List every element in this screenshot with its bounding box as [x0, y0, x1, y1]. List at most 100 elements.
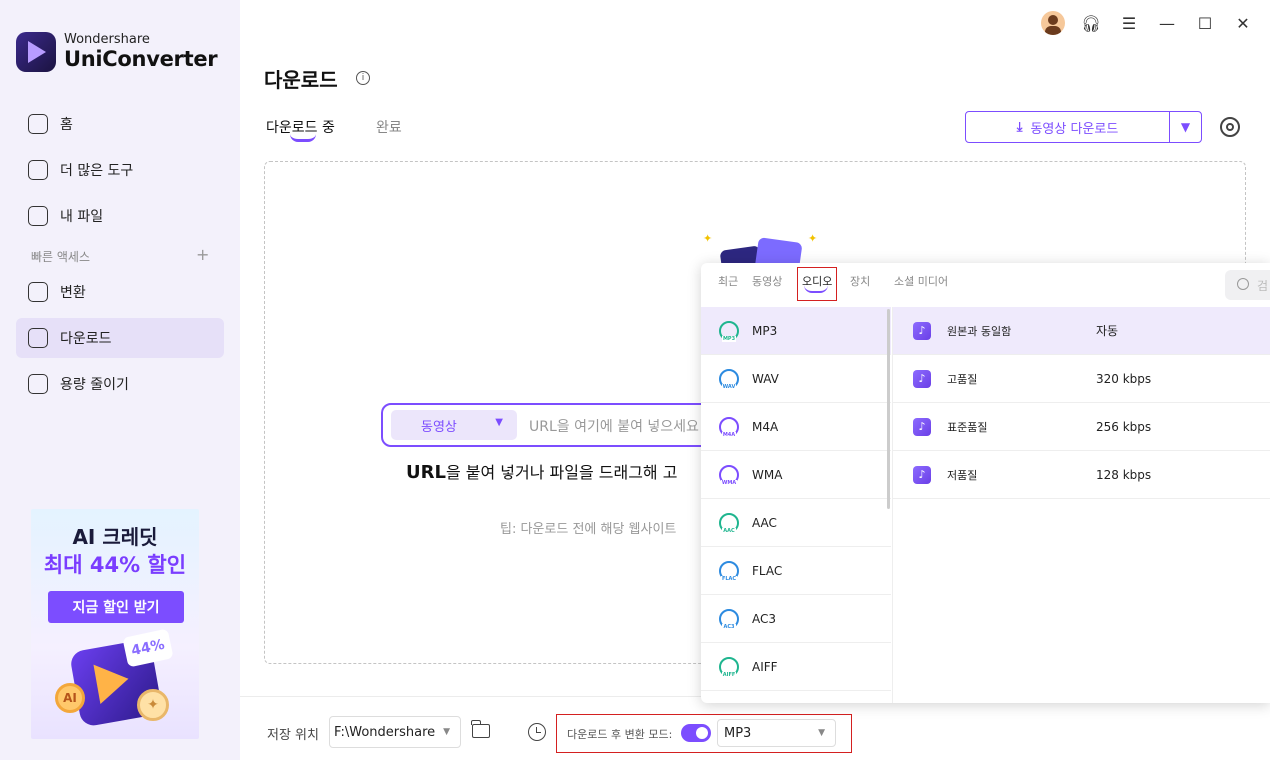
quality-item-low[interactable]: ♪ 저품질 128 kbps: [893, 451, 1270, 499]
sidebar-item-home[interactable]: 홈: [16, 104, 224, 144]
maximize-icon[interactable]: ☐: [1192, 10, 1218, 36]
convert-mode-group: 다운로드 후 변환 모드: MP3 ▼: [556, 714, 852, 753]
compress-icon: [28, 374, 48, 394]
ac3-format-icon: AC3: [719, 608, 739, 630]
format-search-input[interactable]: 검: [1225, 270, 1270, 300]
tip-text: 팁: 다운로드 전에 해당 웹사이트: [500, 522, 677, 537]
wav-format-icon: WAV: [719, 368, 739, 390]
promo-banner[interactable]: AI 크레딧 최대 44% 할인 지금 할인 받기 44% AI ✦: [31, 509, 199, 739]
quality-bitrate: 320 kbps: [1096, 371, 1152, 386]
sparkle-icon: ✦: [703, 232, 713, 245]
url-type-value: 동영상: [421, 419, 457, 435]
music-note-icon: ♪: [913, 417, 931, 436]
sidebar-item-more-tools[interactable]: 더 많은 도구: [16, 150, 224, 190]
popup-tab-audio-highlight: [797, 267, 837, 301]
tab-active-indicator: [290, 134, 316, 142]
quality-bitrate: 자동: [1096, 324, 1119, 338]
quality-item-standard[interactable]: ♪ 표준품질 256 kbps: [893, 403, 1270, 451]
convert-icon: [28, 282, 48, 302]
url-input[interactable]: URL을 여기에 붙여 넣으세요: [529, 416, 709, 436]
sidebar-item-convert[interactable]: 변환: [16, 272, 224, 312]
format-item-aiff[interactable]: AIFF AIFF: [701, 643, 891, 691]
popup-tab-recent[interactable]: 최근: [718, 273, 738, 289]
save-location-label: 저장 위치: [267, 728, 319, 743]
format-list-scrollbar[interactable]: [887, 309, 890, 509]
settings-icon[interactable]: [1220, 117, 1240, 137]
sidebar-item-label: 다운로드: [60, 331, 112, 347]
tab-completed[interactable]: 완료: [376, 117, 402, 137]
toolbox-icon: [28, 160, 48, 180]
quality-name: 표준품질: [947, 420, 988, 434]
minimize-icon[interactable]: —: [1154, 10, 1180, 36]
save-location-select[interactable]: F:\Wondershare ▼: [329, 716, 461, 748]
drop-hint-text: 을 붙여 넣거나 파일을 드래그해 고: [445, 463, 678, 482]
convert-format-value: MP3: [724, 725, 752, 741]
download-video-button[interactable]: ⤓ 동영상 다운로드: [966, 112, 1170, 142]
url-input-box[interactable]: 동영상 ▼ URL을 여기에 붙여 넣으세요: [381, 403, 721, 447]
quality-name: 저품질: [947, 468, 978, 482]
format-item-aac[interactable]: AAC AAC: [701, 499, 891, 547]
popup-tab-video[interactable]: 동영상: [752, 273, 782, 289]
format-item-flac[interactable]: FLAC FLAC: [701, 547, 891, 595]
home-icon: [28, 114, 48, 134]
convert-mode-toggle[interactable]: [681, 724, 711, 742]
promo-discount: 최대 44% 할인: [43, 553, 187, 577]
format-item-mp3[interactable]: MP3 MP3: [701, 307, 891, 355]
convert-format-select[interactable]: MP3 ▼: [717, 719, 836, 747]
flac-format-icon: FLAC: [719, 560, 739, 582]
format-popup: 최근 동영상 오디오 장치 소셜 미디어 검 MP3 MP3 WAV WAV M…: [701, 263, 1270, 703]
popup-tab-social[interactable]: 소셜 미디어: [894, 273, 948, 289]
info-icon[interactable]: i: [356, 71, 370, 85]
promo-button[interactable]: 지금 할인 받기: [48, 591, 184, 623]
caret-down-icon: ▼: [443, 727, 450, 737]
drop-hint: URL을 붙여 넣거나 파일을 드래그해 고: [406, 459, 702, 483]
download-arrow-icon: ⤓: [1016, 119, 1023, 135]
chevron-down-icon[interactable]: ▼: [1170, 112, 1201, 142]
download-video-button-group: ⤓ 동영상 다운로드 ▼: [965, 111, 1202, 143]
uniconverter-logo-icon: [16, 32, 56, 72]
format-name: AIFF: [752, 659, 778, 674]
quality-bitrate: 256 kbps: [1096, 419, 1152, 434]
format-name: AAC: [752, 515, 777, 530]
close-icon[interactable]: ✕: [1230, 10, 1256, 36]
sidebar-item-compress[interactable]: 용량 줄이기: [16, 364, 224, 404]
folder-icon[interactable]: [471, 720, 490, 738]
quick-access-heading: 빠른 액세스: [31, 250, 91, 264]
file-icon: [28, 206, 48, 226]
sidebar-item-my-files[interactable]: 내 파일: [16, 196, 224, 236]
url-type-select[interactable]: 동영상 ▼: [391, 410, 517, 440]
quality-name: 고품질: [947, 372, 978, 386]
brand-top: Wondershare: [64, 32, 150, 47]
ai-coin-icon: AI: [55, 683, 85, 713]
format-item-wma[interactable]: WMA WMA: [701, 451, 891, 499]
popup-tab-device[interactable]: 장치: [850, 273, 870, 289]
format-item-ac3[interactable]: AC3 AC3: [701, 595, 891, 643]
format-list: MP3 MP3 WAV WAV M4A M4A WMA WMA AAC AAC …: [701, 307, 891, 691]
brand-main: UniConverter: [64, 47, 218, 71]
drop-hint-bold: URL: [406, 462, 446, 483]
sparkle-icon: ✦: [808, 232, 818, 245]
aac-format-icon: AAC: [719, 512, 739, 534]
search-icon: [1237, 278, 1249, 290]
schedule-clock-icon[interactable]: [528, 723, 546, 741]
sidebar-item-download[interactable]: 다운로드: [16, 318, 224, 358]
quick-access-add-button[interactable]: +: [196, 245, 209, 264]
account-button[interactable]: [1040, 10, 1066, 36]
quality-item-high[interactable]: ♪ 고품질 320 kbps: [893, 355, 1270, 403]
format-item-m4a[interactable]: M4A M4A: [701, 403, 891, 451]
sidebar-item-label: 더 많은 도구: [60, 163, 134, 179]
support-headset-icon[interactable]: 🎧︎: [1078, 10, 1104, 36]
save-location-value: F:\Wondershare: [334, 724, 436, 740]
menu-icon[interactable]: ☰: [1116, 10, 1142, 36]
sidebar: Wondershare UniConverter 홈 더 많은 도구 내 파일 …: [0, 0, 240, 760]
coin-icon: ✦: [137, 689, 169, 721]
m4a-format-icon: M4A: [719, 416, 739, 438]
format-item-wav[interactable]: WAV WAV: [701, 355, 891, 403]
aiff-format-icon: AIFF: [719, 656, 739, 678]
mp3-format-icon: MP3: [719, 320, 739, 342]
wma-format-icon: WMA: [719, 464, 739, 486]
music-note-icon: ♪: [913, 369, 931, 388]
quality-item-original[interactable]: ♪ 원본과 동일함 자동: [893, 307, 1270, 355]
music-note-icon: ♪: [913, 465, 931, 484]
format-name: AC3: [752, 611, 777, 626]
